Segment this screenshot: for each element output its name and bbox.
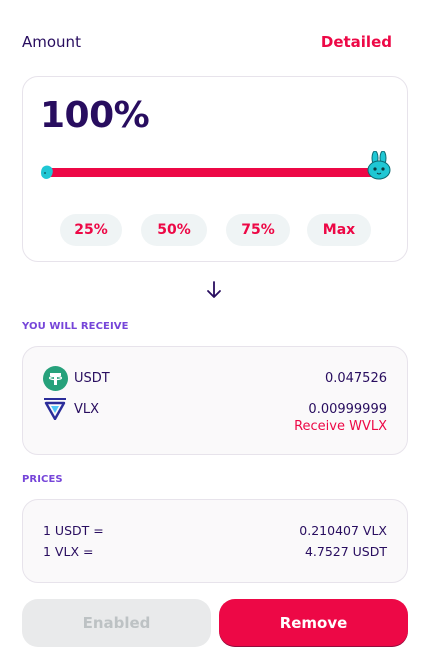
token-symbol: VLX — [74, 401, 100, 417]
receive-card: USDT 0.047526 VLX 0.00999999 Receive WVL… — [22, 346, 408, 455]
percent-50-button[interactable]: 50% — [141, 214, 207, 246]
percent-max-button[interactable]: Max — [307, 214, 371, 246]
amount-card: 100% 25% 50% 75% Max — [22, 76, 408, 262]
arrow-down-icon — [207, 281, 221, 298]
token-symbol: USDT — [74, 370, 110, 386]
receive-wvlx-link[interactable]: Receive WVLX — [294, 419, 387, 434]
enabled-button[interactable]: Enabled — [22, 599, 211, 647]
percent-value: 100% — [40, 95, 150, 136]
prices-card: 1 USDT = 0.210407 VLX 1 VLX = 4.7527 USD… — [22, 499, 408, 583]
price-value: 0.210407 VLX — [299, 523, 387, 538]
slider-track[interactable] — [46, 168, 376, 177]
token-row-usdt: USDT 0.047526 — [42, 365, 387, 391]
percent-buttons: 25% 50% 75% Max — [23, 214, 407, 246]
price-value: 4.7527 USDT — [304, 544, 387, 559]
receive-section-label: YOU WILL RECEIVE — [22, 321, 129, 332]
slider-start-icon — [41, 165, 53, 179]
bunny-slider-thumb-icon[interactable] — [366, 151, 392, 181]
price-label: 1 VLX = — [43, 544, 94, 559]
price-row: 1 USDT = 0.210407 VLX — [43, 523, 387, 538]
price-row: 1 VLX = 4.7527 USDT — [43, 544, 387, 559]
remove-button[interactable]: Remove — [219, 599, 408, 647]
percent-25-button[interactable]: 25% — [60, 214, 122, 246]
token-amount: 0.047526 — [324, 370, 387, 386]
detailed-toggle-button[interactable]: Detailed — [321, 33, 392, 51]
prices-section-label: PRICES — [22, 474, 63, 485]
slider-fill — [46, 168, 376, 177]
token-amount: 0.00999999 — [308, 401, 387, 417]
price-label: 1 USDT = — [43, 523, 104, 538]
tether-icon — [42, 365, 68, 391]
token-row-vlx: VLX 0.00999999 — [42, 397, 387, 421]
percent-75-button[interactable]: 75% — [226, 214, 290, 246]
amount-slider[interactable] — [40, 151, 391, 183]
velas-icon — [42, 397, 68, 421]
amount-header: Amount Detailed — [22, 31, 392, 53]
amount-label: Amount — [22, 33, 81, 51]
